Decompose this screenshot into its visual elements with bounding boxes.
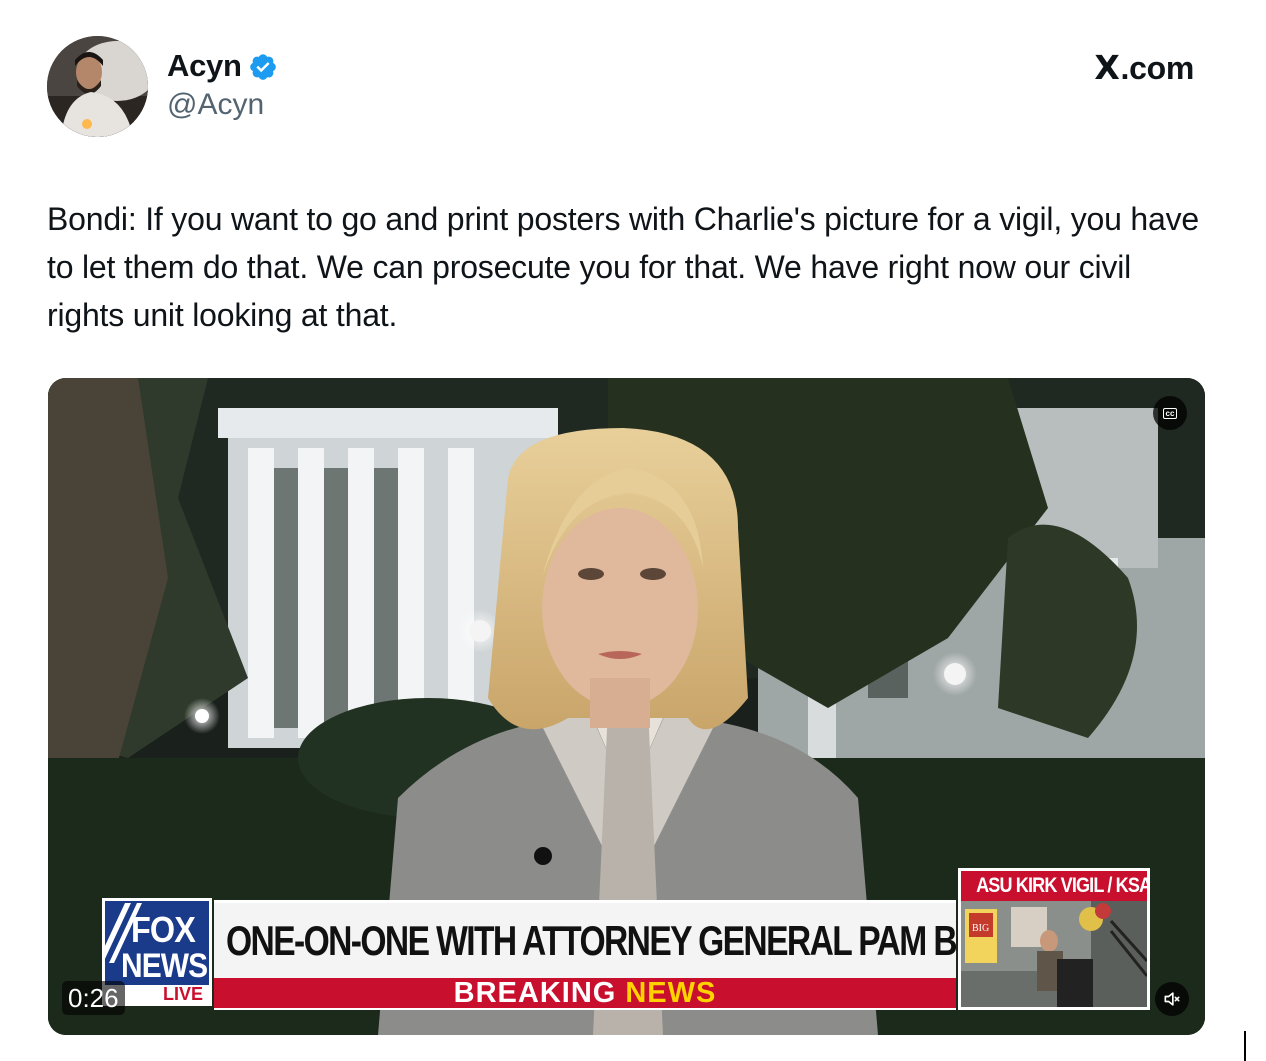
author-handle[interactable]: @Acyn — [167, 88, 264, 122]
author-display-name[interactable]: Acyn — [167, 48, 242, 84]
tweet-text: Bondi: If you want to go and print poste… — [47, 201, 1199, 333]
broadcast-headline-text: ONE-ON-ONE WITH ATTORNEY GENERAL PAM BON… — [226, 916, 1035, 964]
author-name[interactable]: Acyn — [167, 48, 278, 84]
closed-captions-icon: cc — [1162, 407, 1178, 419]
pip-title-text: ASU KIRK VIGIL / KSAZ — [976, 874, 1147, 897]
verified-badge-icon — [249, 54, 276, 80]
closed-captions-button[interactable]: cc — [1153, 396, 1187, 430]
logo-fox-text: FOX — [131, 909, 196, 950]
mute-button[interactable] — [1155, 982, 1189, 1016]
video-timestamp: 0:26 — [62, 981, 125, 1015]
pip-poster-text: BIG — [972, 923, 989, 934]
site-label-domain: .com — [1120, 50, 1195, 86]
logo-news-text: NEWS — [121, 947, 208, 985]
broadcast-headline: ONE-ON-ONE WITH ATTORNEY GENERAL PAM BON… — [214, 900, 1035, 978]
pip-image: BIG — [961, 901, 1147, 1007]
breaking-news-banner: BREAKING NEWS — [214, 976, 956, 1010]
news-text: NEWS — [625, 976, 717, 1009]
breaking-text: BREAKING — [453, 976, 617, 1009]
speaker-muted-icon — [1164, 992, 1180, 1006]
text-cursor — [1244, 1031, 1246, 1061]
pip-title: ASU KIRK VIGIL / KSAZ — [961, 871, 1147, 901]
x-logo-icon: X — [1094, 48, 1120, 87]
site-label: X.com — [1094, 48, 1194, 87]
picture-in-picture-inset: ASU KIRK VIGIL / KSAZ BIG — [958, 868, 1150, 1010]
author-avatar[interactable] — [47, 36, 148, 137]
site-label-text: X.com — [1094, 48, 1194, 87]
video-player[interactable]: cc FOX NEWS LIVE ONE-ON-ONE WITH ATTORNE… — [48, 378, 1205, 1035]
